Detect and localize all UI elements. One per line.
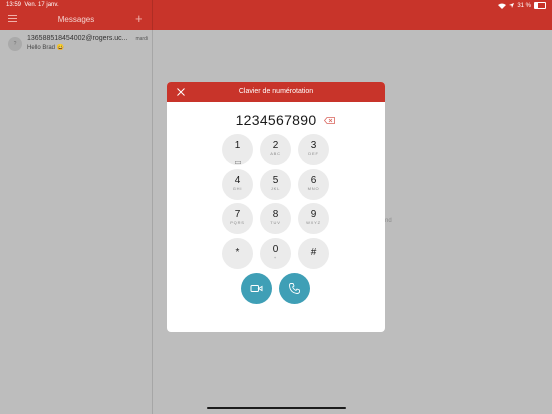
key-digit: # [310,247,317,258]
avatar: ? [8,37,22,51]
key-letters: ABC [270,151,281,156]
nav-title: Messages [57,15,95,24]
key-letters: DEF [308,151,319,156]
key-digit: * [235,247,240,258]
key-letters: WXYZ [306,220,321,225]
key-letters: + [273,255,278,260]
key-digit: 7 [234,209,241,220]
key-digit: 6 [310,175,317,186]
dialed-number: 1234567890 [235,112,317,128]
conversation-date: mardi [135,36,148,42]
key-letters: TUV [270,220,281,225]
dialpad-key-7[interactable]: 7 PQRS [222,203,253,234]
key-digit: 3 [310,140,317,151]
battery-icon [534,2,546,9]
dialpad-key-2[interactable]: 2 ABC [260,134,291,165]
key-digit: 5 [272,175,279,186]
compose-plus-icon[interactable]: + [135,12,143,25]
dialpad-dialog: Clavier de numérotation 1234567890 1 2 ABC… [167,82,385,332]
top-bar: 13:59 Ven. 17 janv. 31 % Messages + [0,0,552,30]
dialpad-key-8[interactable]: 8 TUV [260,203,291,234]
dialpad-key-star[interactable]: * [222,238,253,269]
dialpad-key-hash[interactable]: # [298,238,329,269]
home-indicator [207,407,346,409]
wifi-icon [498,3,507,9]
status-time: 13:59 Ven. 17 janv. [6,2,59,8]
key-letters: PQRS [230,220,245,225]
key-letters: MNO [307,186,320,191]
dialpad-key-4[interactable]: 4 GHI [222,169,253,200]
video-call-button[interactable] [241,273,272,304]
conversation-preview: Hello Brad 😀 [27,45,65,51]
status-indicators: 31 % [498,2,546,9]
key-digit: 9 [310,209,317,220]
dialpad-key-5[interactable]: 5 JKL [260,169,291,200]
dialog-header: Clavier de numérotation [167,82,385,102]
key-digit: 2 [272,140,279,151]
voice-call-button[interactable] [279,273,310,304]
key-digit: 8 [272,209,279,220]
key-letters: GHI [232,186,243,191]
conversation-name: 13658851845400​2@rogers.uc... [27,35,128,42]
dialog-title: Clavier de numérotation [238,88,314,95]
dialpad-key-0[interactable]: 0 + [260,238,291,269]
battery-percent: 31 % [517,2,531,9]
background-text: nd [385,218,392,224]
voicemail-icon [234,161,241,164]
split-divider [152,0,153,414]
video-camera-icon [250,285,263,292]
key-digit: 0 [272,244,279,255]
dialpad-key-6[interactable]: 6 MNO [298,169,329,200]
location-icon [509,3,515,8]
conversation-item[interactable]: ? 13658851845400​2@rogers.uc... mardi He… [8,34,148,56]
phone-icon [289,283,300,294]
key-letters: JKL [270,186,281,191]
dialpad-key-9[interactable]: 9 WXYZ [298,203,329,234]
dialpad-key-1[interactable]: 1 [222,134,253,165]
key-digit: 1 [234,140,241,151]
conversation-list [0,30,152,414]
backspace-icon[interactable] [324,117,335,124]
key-digit: 4 [234,175,241,186]
dialpad-key-3[interactable]: 3 DEF [298,134,329,165]
